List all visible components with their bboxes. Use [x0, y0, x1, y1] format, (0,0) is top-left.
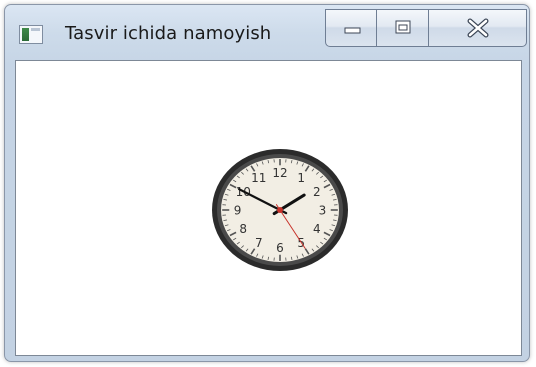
analog-clock-image: 121234567891011 [212, 149, 348, 271]
clock-numeral: 8 [239, 222, 247, 236]
window-app-icon[interactable] [19, 25, 43, 44]
clock-numeral: 4 [313, 222, 321, 236]
caption-buttons [325, 9, 527, 47]
clock-numeral: 2 [313, 185, 321, 199]
clock-numeral: 9 [234, 204, 242, 218]
maximize-button[interactable] [377, 9, 429, 47]
app-window: Tasvir ichida namoyish 12 1 2 3 4 6 7 8 … [4, 4, 530, 362]
window-title: Tasvir ichida namoyish [65, 23, 272, 44]
clock-numeral: 11 [251, 171, 266, 185]
client-area: 121234567891011 [15, 60, 522, 356]
clock-numeral: 6 [276, 241, 284, 255]
close-button[interactable] [429, 9, 527, 47]
clock-center-pin [277, 207, 283, 213]
clock-numeral: 3 [319, 204, 327, 218]
title-bar[interactable]: Tasvir ichida namoyish [5, 5, 529, 59]
close-icon [467, 18, 489, 38]
maximize-icon [395, 20, 411, 34]
minimize-button[interactable] [325, 9, 377, 47]
clock-numeral: 7 [255, 236, 263, 250]
clock-numeral: 1 [297, 171, 305, 185]
minimize-icon [344, 27, 361, 34]
clock-numeral: 12 [272, 166, 287, 180]
